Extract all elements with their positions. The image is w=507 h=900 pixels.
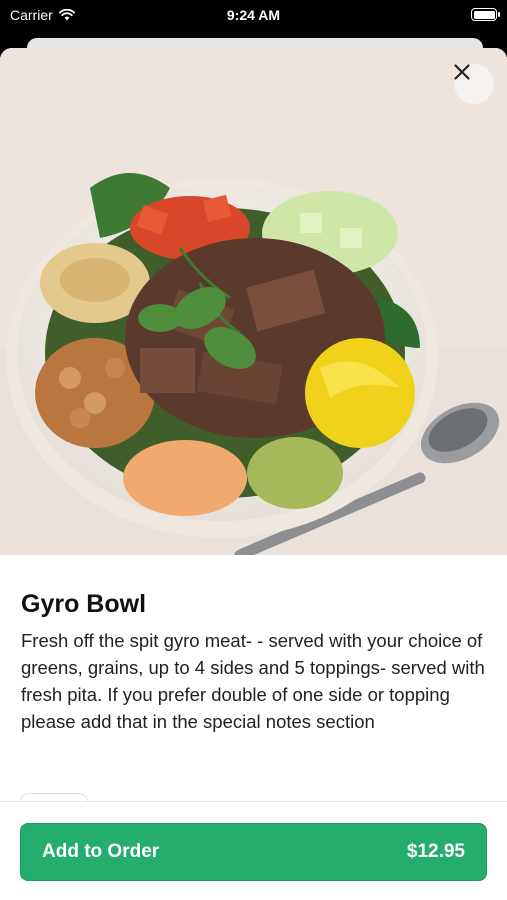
status-time: 9:24 AM — [226, 7, 281, 23]
item-detail-sheet: Gyro Bowl Fresh off the spit gyro meat- … — [0, 48, 507, 900]
gyro-bowl-photo — [0, 48, 507, 555]
add-to-order-button[interactable]: Add to Order $12.95 — [20, 823, 487, 881]
add-to-order-label: Add to Order — [42, 841, 160, 862]
status-bar: Carrier 9:24 AM — [0, 0, 507, 30]
close-button[interactable] — [454, 64, 494, 104]
item-photo — [0, 48, 507, 555]
item-description: Fresh off the spit gyro meat- - served w… — [21, 630, 485, 732]
price-label: $12.95 — [406, 841, 465, 862]
battery-icon — [471, 8, 500, 21]
order-footer: Add to Order $12.95 — [0, 801, 507, 900]
item-title: Gyro Bowl — [21, 590, 147, 618]
close-icon — [454, 64, 470, 80]
item-info: Gyro Bowl Fresh off the spit gyro meat- … — [21, 588, 486, 735]
